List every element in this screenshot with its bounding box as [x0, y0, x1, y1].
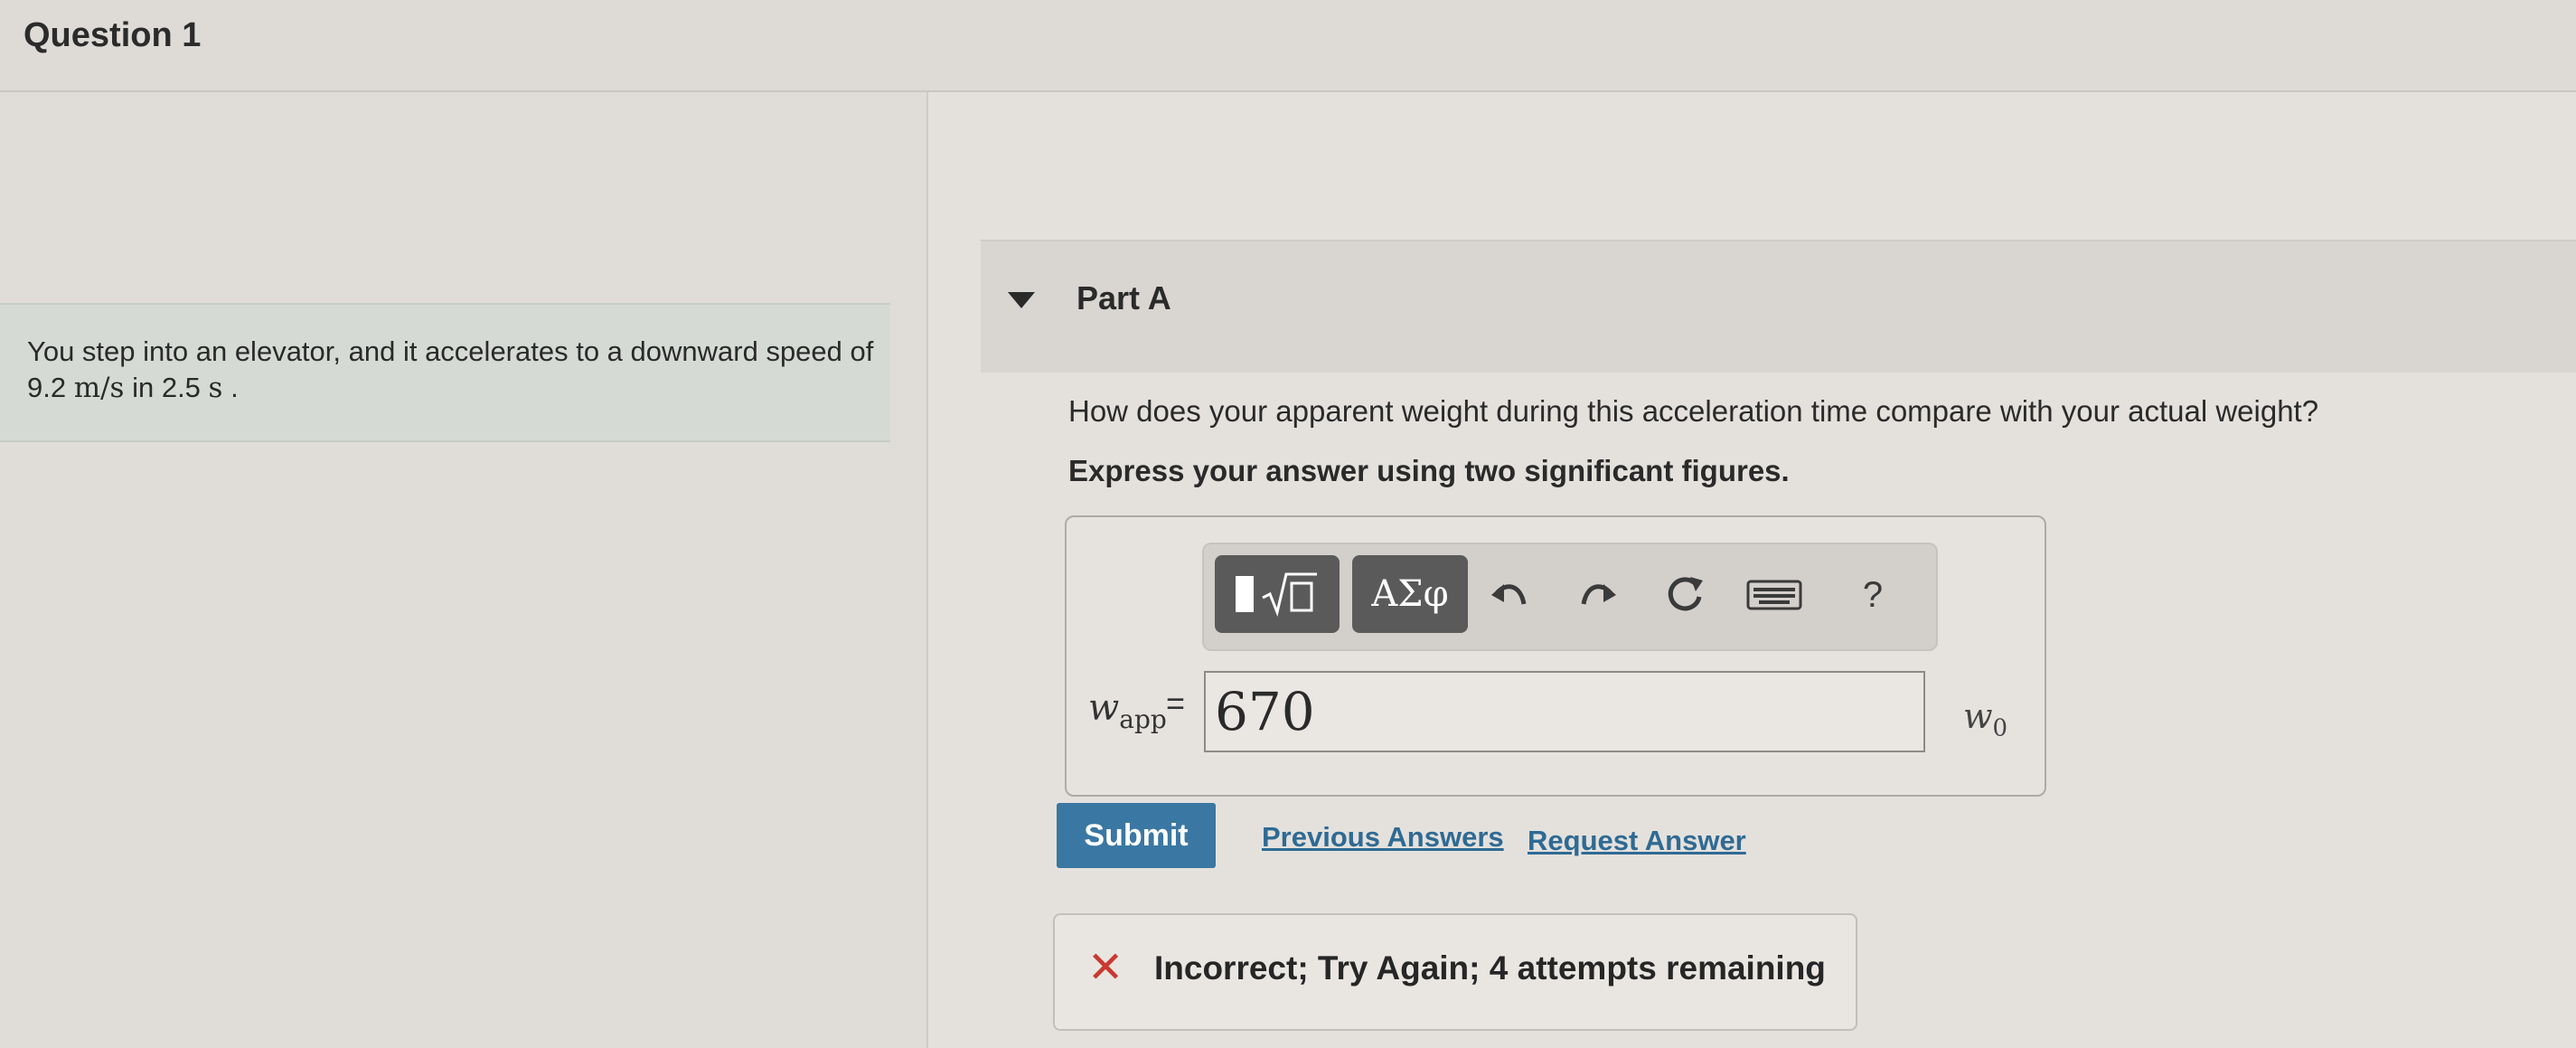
answer-input[interactable] [1204, 671, 1925, 752]
equals-sign: = [1166, 685, 1186, 722]
question-prompt: How does your apparent weight during thi… [1068, 394, 2319, 428]
variable-subscript: app [1119, 704, 1167, 734]
help-icon: ? [1862, 574, 1884, 615]
math-toolbar: ΑΣφ ? [1202, 543, 1938, 651]
time-unit: s [208, 372, 223, 404]
problem-text-suffix: . [222, 372, 239, 403]
question-header: Question 1 [0, 0, 2576, 92]
templates-button[interactable] [1215, 555, 1340, 633]
unit-symbol: w [1963, 696, 1993, 736]
redo-icon[interactable] [1573, 570, 1623, 620]
undo-icon[interactable] [1484, 570, 1535, 620]
answer-unit: w0 [1963, 696, 2007, 742]
question-title: Question 1 [24, 16, 202, 54]
variable-symbol: w [1088, 687, 1120, 729]
part-a-header[interactable]: Part A [981, 240, 2576, 373]
unit-subscript: 0 [1992, 714, 2008, 742]
greek-symbols-label: ΑΣφ [1371, 573, 1449, 615]
problem-statement: You step into an elevator, and it accele… [0, 303, 890, 442]
request-answer-link[interactable]: Request Answer [1528, 825, 1746, 857]
problem-text-mid: in 2.5 [124, 372, 209, 403]
x-icon: ✕ [1087, 944, 1124, 992]
problem-text: You step into an elevator, and it accele… [27, 334, 877, 406]
submit-button[interactable]: Submit [1057, 803, 1216, 868]
help-button[interactable]: ? [1847, 570, 1898, 620]
previous-answers-link[interactable]: Previous Answers [1262, 821, 1504, 854]
feedback-message: ✕ Incorrect; Try Again; 4 attempts remai… [1053, 913, 1857, 1031]
keyboard-icon[interactable] [1743, 570, 1806, 620]
answer-panel: ΑΣφ ? wapp = w0 [1065, 515, 2046, 797]
problem-column [0, 92, 926, 1048]
collapse-caret-icon[interactable] [1008, 292, 1035, 308]
feedback-text: Incorrect; Try Again; 4 attempts remaini… [1154, 949, 1826, 987]
reset-icon[interactable] [1659, 570, 1710, 620]
answer-instruction: Express your answer using two significan… [1068, 454, 1790, 487]
speed-unit: m/s [73, 372, 125, 404]
part-title: Part A [1076, 279, 1171, 316]
greek-symbols-button[interactable]: ΑΣφ [1352, 555, 1468, 633]
sqrt-template-icon [1236, 571, 1319, 618]
answer-variable: wapp [1088, 687, 1167, 734]
